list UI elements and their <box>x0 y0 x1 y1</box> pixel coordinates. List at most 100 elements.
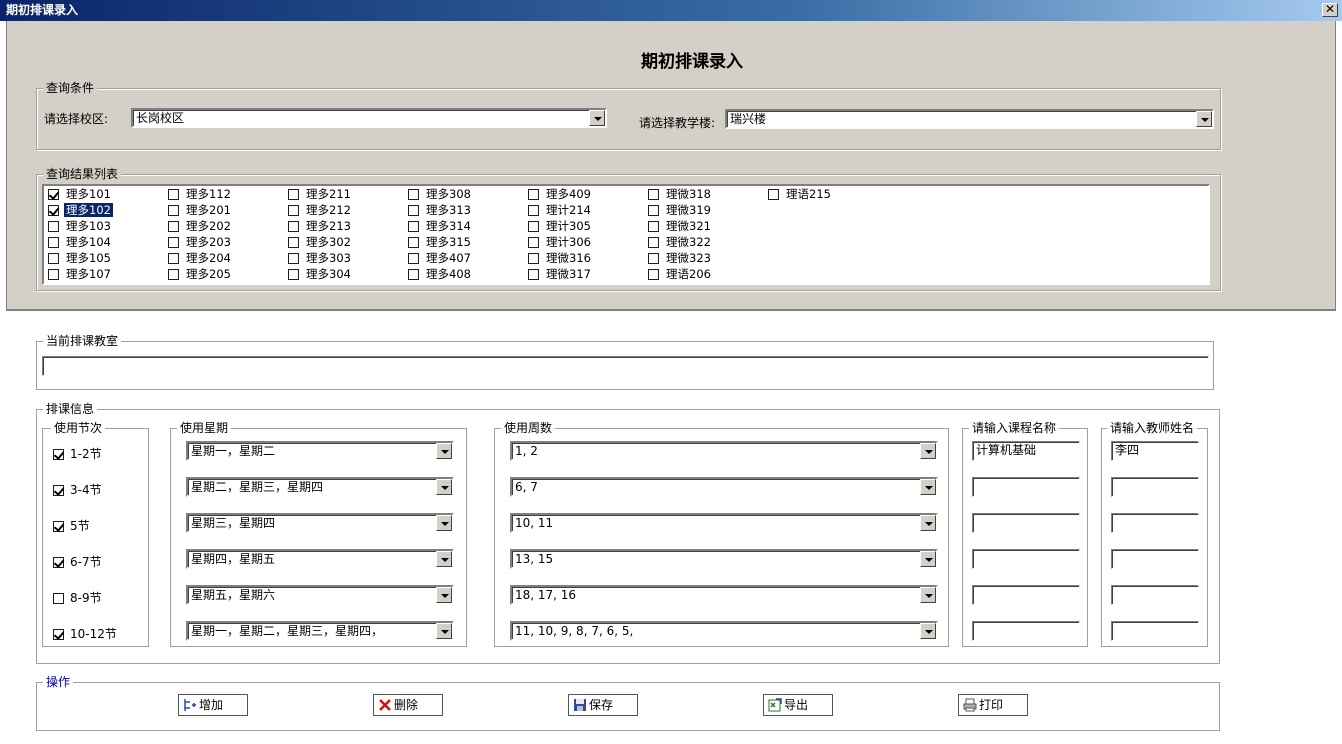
room-checkbox[interactable] <box>408 269 419 280</box>
weekdays-select[interactable]: 星期五，星期六 <box>186 585 454 605</box>
chevron-down-icon[interactable] <box>436 551 452 567</box>
teacher-name-input[interactable] <box>1111 585 1199 605</box>
room-checkbox[interactable] <box>168 237 179 248</box>
chevron-down-icon[interactable] <box>1196 111 1212 127</box>
room-checkbox[interactable] <box>408 189 419 200</box>
period-checkbox[interactable] <box>53 629 64 640</box>
room-checkbox[interactable] <box>648 253 659 264</box>
room-label: 理多202 <box>186 219 231 233</box>
room-checkbox[interactable] <box>168 253 179 264</box>
room-label: 理语215 <box>786 187 831 201</box>
teacher-name-input[interactable] <box>1111 513 1199 533</box>
room-checkbox[interactable] <box>528 189 539 200</box>
weeks-select[interactable]: 10, 11 <box>510 513 938 533</box>
room-label: 理多104 <box>66 235 111 249</box>
room-checklist[interactable]: 理多101 理多102 理多103 理多104 理多105 理多107 理多112 理多201… <box>42 184 1210 285</box>
add-button[interactable]: 增加 <box>178 694 248 716</box>
chevron-down-icon[interactable] <box>436 515 452 531</box>
weeks-select[interactable]: 1, 2 <box>510 441 938 461</box>
room-checkbox[interactable] <box>168 189 179 200</box>
save-button[interactable]: 保存 <box>568 694 638 716</box>
room-checkbox[interactable] <box>288 237 299 248</box>
chevron-down-icon[interactable] <box>436 443 452 459</box>
chevron-down-icon[interactable] <box>920 623 936 639</box>
chevron-down-icon[interactable] <box>589 110 605 126</box>
weekdays-select[interactable]: 星期一，星期二，星期三，星期四， <box>186 621 454 641</box>
room-checkbox[interactable] <box>648 221 659 232</box>
delete-button[interactable]: 删除 <box>373 694 443 716</box>
room-checkbox[interactable] <box>168 221 179 232</box>
period-label: 3-4节 <box>70 483 102 497</box>
weekdays-select[interactable]: 星期三，星期四 <box>186 513 454 533</box>
room-checkbox[interactable] <box>648 189 659 200</box>
room-checkbox[interactable] <box>408 253 419 264</box>
room-checkbox[interactable] <box>288 189 299 200</box>
course-name-input[interactable] <box>972 549 1080 569</box>
course-name-input[interactable] <box>972 585 1080 605</box>
close-icon[interactable]: ✕ <box>1322 3 1338 17</box>
room-checkbox[interactable] <box>768 189 779 200</box>
room-checkbox[interactable] <box>48 237 59 248</box>
room-checkbox[interactable] <box>168 269 179 280</box>
room-checkbox[interactable] <box>408 205 419 216</box>
chevron-down-icon[interactable] <box>920 515 936 531</box>
room-label: 理微322 <box>666 235 711 249</box>
chevron-down-icon[interactable] <box>436 587 452 603</box>
campus-select[interactable]: 长岗校区 <box>131 108 607 128</box>
room-label: 理计306 <box>546 235 591 249</box>
room-checkbox[interactable] <box>648 237 659 248</box>
room-checkbox[interactable] <box>528 221 539 232</box>
period-checkbox[interactable] <box>53 485 64 496</box>
weekdays-select[interactable]: 星期一，星期二 <box>186 441 454 461</box>
period-checkbox[interactable] <box>53 593 64 604</box>
room-checkbox[interactable] <box>528 269 539 280</box>
room-checkbox[interactable] <box>408 237 419 248</box>
weekdays-legend: 使用星期 <box>177 421 232 435</box>
period-checkbox[interactable] <box>53 557 64 568</box>
room-checkbox[interactable] <box>528 237 539 248</box>
room-checkbox[interactable] <box>48 205 59 216</box>
period-checkbox[interactable] <box>53 449 64 460</box>
room-checkbox[interactable] <box>288 205 299 216</box>
course-name-input[interactable] <box>972 621 1080 641</box>
chevron-down-icon[interactable] <box>436 479 452 495</box>
period-checkbox[interactable] <box>53 521 64 532</box>
room-label: 理多101 <box>66 187 111 201</box>
weeks-select[interactable]: 13, 15 <box>510 549 938 569</box>
room-checkbox[interactable] <box>288 221 299 232</box>
teacher-name-input[interactable]: 李四 <box>1111 441 1199 461</box>
chevron-down-icon[interactable] <box>920 443 936 459</box>
export-button[interactable]: 导出 <box>763 694 833 716</box>
chevron-down-icon[interactable] <box>920 587 936 603</box>
weeks-select[interactable]: 6, 7 <box>510 477 938 497</box>
chevron-down-icon[interactable] <box>920 551 936 567</box>
current-room-field[interactable] <box>42 356 1209 376</box>
room-checkbox[interactable] <box>528 205 539 216</box>
window-title-bar: 期初排课录入 <box>0 0 1342 21</box>
room-checkbox[interactable] <box>48 253 59 264</box>
print-button[interactable]: 打印 <box>958 694 1028 716</box>
course-name-input[interactable]: 计算机基础 <box>972 441 1080 461</box>
teacher-name-input[interactable] <box>1111 621 1199 641</box>
room-checkbox[interactable] <box>168 205 179 216</box>
room-checkbox[interactable] <box>648 205 659 216</box>
weeks-select[interactable]: 18, 17, 16 <box>510 585 938 605</box>
weeks-select[interactable]: 11, 10, 9, 8, 7, 6, 5, <box>510 621 938 641</box>
course-name-input[interactable] <box>972 513 1080 533</box>
room-checkbox[interactable] <box>48 189 59 200</box>
room-checkbox[interactable] <box>48 269 59 280</box>
room-checkbox[interactable] <box>648 269 659 280</box>
room-checkbox[interactable] <box>288 253 299 264</box>
building-select[interactable]: 瑞兴楼 <box>725 109 1214 129</box>
teacher-name-input[interactable] <box>1111 477 1199 497</box>
room-checkbox[interactable] <box>408 221 419 232</box>
room-checkbox[interactable] <box>288 269 299 280</box>
room-checkbox[interactable] <box>48 221 59 232</box>
weekdays-select[interactable]: 星期四，星期五 <box>186 549 454 569</box>
course-name-input[interactable] <box>972 477 1080 497</box>
weekdays-select[interactable]: 星期二，星期三，星期四 <box>186 477 454 497</box>
teacher-name-input[interactable] <box>1111 549 1199 569</box>
chevron-down-icon[interactable] <box>920 479 936 495</box>
room-checkbox[interactable] <box>528 253 539 264</box>
chevron-down-icon[interactable] <box>436 623 452 639</box>
